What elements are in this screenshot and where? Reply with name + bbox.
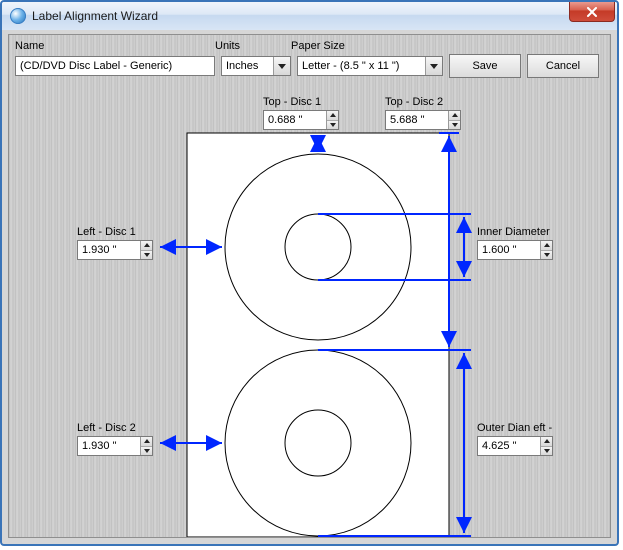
units-label: Units <box>215 40 291 52</box>
inner-diameter-value[interactable] <box>478 241 540 259</box>
top-disc1-label: Top - Disc 1 <box>263 96 321 108</box>
window-title: Label Alignment Wizard <box>32 9 158 23</box>
close-icon <box>586 7 598 17</box>
paper-value: Letter - (8.5 " x 11 ") <box>302 60 399 72</box>
inner-diameter-label: Inner Diameter <box>477 226 550 238</box>
left-disc1-label: Left - Disc 1 <box>77 226 136 238</box>
left-disc1-value[interactable] <box>78 241 140 259</box>
chevron-down-icon <box>273 57 290 75</box>
alignment-canvas: Top - Disc 1 Top - Disc 2 Left - Disc 1 … <box>15 93 604 531</box>
left-disc2-label: Left - Disc 2 <box>77 422 136 434</box>
paper-size-label: Paper Size <box>291 40 443 52</box>
chevron-down-icon <box>425 57 442 75</box>
top-disc1-input[interactable] <box>263 110 339 130</box>
outer-diameter-input[interactable] <box>477 436 553 456</box>
app-window: Label Alignment Wizard Name Units Paper … <box>0 0 619 546</box>
title-bar[interactable]: Label Alignment Wizard <box>2 2 617 30</box>
disc-layout-diagram <box>15 93 605 537</box>
spinner-arrows[interactable] <box>540 437 552 455</box>
left-disc2-input[interactable] <box>77 436 153 456</box>
spinner-arrows[interactable] <box>140 241 152 259</box>
spinner-arrows[interactable] <box>326 111 338 129</box>
save-button[interactable]: Save <box>449 54 521 78</box>
top-disc1-value[interactable] <box>264 111 326 129</box>
spinner-arrows[interactable] <box>448 111 460 129</box>
name-input[interactable]: (CD/DVD Disc Label - Generic) <box>15 56 215 76</box>
left-disc2-value[interactable] <box>78 437 140 455</box>
spinner-arrows[interactable] <box>540 241 552 259</box>
close-button[interactable] <box>569 2 615 22</box>
outer-diameter-label: Outer Dian eft - <box>477 422 552 434</box>
name-value: (CD/DVD Disc Label - Generic) <box>20 60 172 72</box>
client-area: Name Units Paper Size (CD/DVD Disc Label… <box>8 34 611 538</box>
spinner-arrows[interactable] <box>140 437 152 455</box>
outer-diameter-value[interactable] <box>478 437 540 455</box>
name-label: Name <box>15 40 215 52</box>
toolbar: Name Units Paper Size (CD/DVD Disc Label… <box>15 39 604 78</box>
left-disc1-input[interactable] <box>77 240 153 260</box>
top-disc2-input[interactable] <box>385 110 461 130</box>
window-controls <box>569 2 615 22</box>
units-select[interactable]: Inches <box>221 56 291 76</box>
units-value: Inches <box>226 60 258 72</box>
top-disc2-label: Top - Disc 2 <box>385 96 443 108</box>
paper-size-select[interactable]: Letter - (8.5 " x 11 ") <box>297 56 443 76</box>
inner-diameter-input[interactable] <box>477 240 553 260</box>
app-icon <box>10 8 26 24</box>
top-disc2-value[interactable] <box>386 111 448 129</box>
cancel-button[interactable]: Cancel <box>527 54 599 78</box>
